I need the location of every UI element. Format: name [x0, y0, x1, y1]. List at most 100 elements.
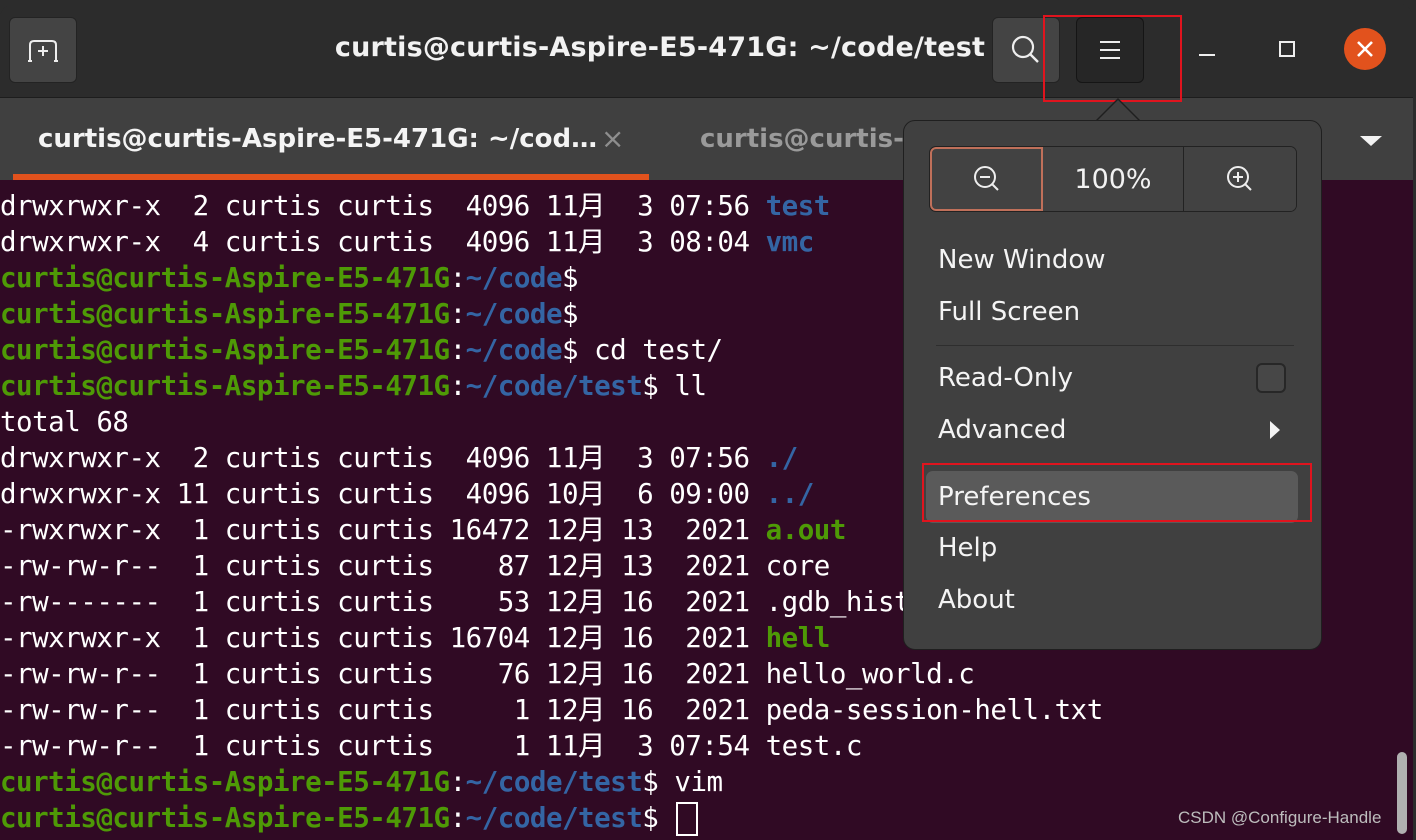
zoom-out-icon [973, 166, 999, 191]
text-cursor [676, 802, 699, 836]
close-button[interactable] [1344, 28, 1386, 70]
tab-close-icon[interactable]: × [601, 125, 624, 153]
prompt-user: curtis@curtis-Aspire-E5-471G [0, 370, 450, 402]
prompt-path: ~/code [465, 262, 563, 294]
submenu-arrow-icon [1270, 421, 1280, 439]
command-text: cd test/ [578, 334, 723, 366]
menu-separator [936, 345, 1294, 346]
terminal-line: curtis@curtis-Aspire-E5-471G:~/code/test… [0, 368, 707, 404]
prompt-symbol: $ [562, 298, 579, 330]
menu-item-advanced[interactable]: Advanced [926, 404, 1298, 456]
command-text: vim [658, 766, 723, 798]
terminal-line: -rw------- 1 curtis curtis 53 12月 16 202… [0, 584, 959, 620]
menu-item-label: Full Screen [938, 297, 1081, 327]
file-info: drwxrwxr-x 2 curtis curtis 4096 11月 3 07… [0, 442, 766, 474]
terminal-line: -rwxrwxr-x 1 curtis curtis 16472 12月 13 … [0, 512, 846, 548]
tabs-dropdown-icon[interactable] [1360, 136, 1382, 146]
file-info: -rw-rw-r-- 1 curtis curtis 76 12月 16 202… [0, 658, 766, 690]
main-menu-popover: 100% New Window Full Screen Read-Only Ad… [903, 120, 1322, 650]
file-info: drwxrwxr-x 11 curtis curtis 4096 10月 6 0… [0, 478, 766, 510]
terminal-line: -rw-rw-r-- 1 curtis curtis 76 12月 16 202… [0, 656, 975, 692]
hamburger-menu-icon [1100, 41, 1120, 59]
menu-item-label: Advanced [938, 415, 1067, 445]
prompt-user: curtis@curtis-Aspire-E5-471G [0, 334, 450, 366]
tab-active[interactable]: curtis@curtis-Aspire-E5-471G: ~/cod… × [13, 98, 649, 180]
file-info: -rwxrwxr-x 1 curtis curtis 16472 12月 13 … [0, 514, 766, 546]
prompt-user: curtis@curtis-Aspire-E5-471G [0, 262, 450, 294]
minimize-icon [1199, 54, 1215, 56]
minimize-button[interactable] [1184, 26, 1230, 72]
new-tab-button[interactable] [9, 17, 77, 83]
terminal-line: total 68 [0, 404, 129, 440]
prompt-symbol: $ [642, 766, 659, 798]
menu-item-read-only[interactable]: Read-Only [926, 352, 1298, 404]
file-info: -rw-rw-r-- 1 curtis curtis 1 12月 16 2021 [0, 694, 766, 726]
terminal-line: -rw-rw-r-- 1 curtis curtis 87 12月 13 202… [0, 548, 830, 584]
menu-item-full-screen[interactable]: Full Screen [926, 286, 1298, 338]
window-title: curtis@curtis-Aspire-E5-471G: ~/code/tes… [334, 32, 986, 63]
terminal-line: curtis@curtis-Aspire-E5-471G:~/code$ [0, 296, 579, 332]
new-tab-icon [28, 40, 58, 62]
prompt-path: ~/code/test [465, 370, 643, 402]
terminal-line: curtis@curtis-Aspire-E5-471G:~/code/test… [0, 800, 699, 836]
prompt-path: ~/code [465, 334, 563, 366]
menu-item-label: About [938, 585, 1015, 615]
prompt-user: curtis@curtis-Aspire-E5-471G [0, 298, 450, 330]
command-text [658, 802, 674, 834]
watermark: CSDN @Configure-Handle [1178, 808, 1382, 827]
maximize-icon [1279, 41, 1295, 57]
file-info: -rwxrwxr-x 1 curtis curtis 16704 12月 16 … [0, 622, 766, 654]
prompt-symbol: $ [642, 370, 659, 402]
menu-item-preferences[interactable]: Preferences [926, 471, 1298, 523]
prompt-separator: : [449, 334, 467, 366]
tab-label: curtis@curtis-Aspire-E5-471G: ~/cod… [38, 124, 598, 154]
zoom-level-button[interactable]: 100% [1043, 147, 1184, 211]
prompt-symbol: $ [562, 262, 579, 294]
menu-item-about[interactable]: About [926, 574, 1298, 626]
search-button[interactable] [992, 17, 1060, 83]
terminal-line: curtis@curtis-Aspire-E5-471G:~/code/test… [0, 764, 723, 800]
file-info: -rw-rw-r-- 1 curtis curtis 1 11月 3 07:54 [0, 730, 766, 762]
menu-item-label: Preferences [938, 482, 1091, 512]
terminal-line: -rw-rw-r-- 1 curtis curtis 1 12月 16 2021… [0, 692, 1103, 728]
prompt-separator: : [449, 802, 467, 834]
file-name: hell [765, 622, 831, 654]
terminal-line: curtis@curtis-Aspire-E5-471G:~/code$ cd … [0, 332, 723, 368]
file-name: vmc [765, 226, 815, 258]
command-text: ll [658, 370, 707, 402]
file-info: -rw------- 1 curtis curtis 53 12月 16 202… [0, 586, 766, 618]
terminal-line: -rwxrwxr-x 1 curtis curtis 16704 12月 16 … [0, 620, 830, 656]
maximize-button[interactable] [1264, 26, 1310, 72]
prompt-separator: : [449, 298, 467, 330]
terminal-line: drwxrwxr-x 2 curtis curtis 4096 11月 3 07… [0, 188, 830, 224]
terminal-line: drwxrwxr-x 2 curtis curtis 4096 11月 3 07… [0, 440, 798, 476]
zoom-controls: 100% [929, 146, 1297, 212]
prompt-symbol: $ [642, 802, 659, 834]
menu-item-label: Help [938, 533, 998, 563]
scrollbar[interactable] [1397, 752, 1407, 834]
file-name: hello_world.c [765, 658, 975, 690]
tab-inactive[interactable]: curtis@curtis-Aspire-E5-471G: ~/code [700, 98, 920, 180]
header-bar: curtis@curtis-Aspire-E5-471G: ~/code/tes… [0, 4, 1413, 98]
file-name: peda-session-hell.txt [765, 694, 1104, 726]
output-text: total 68 [0, 406, 129, 438]
prompt-path: ~/code/test [465, 802, 643, 834]
prompt-separator: : [449, 370, 467, 402]
file-info: -rw-rw-r-- 1 curtis curtis 87 12月 13 202… [0, 550, 766, 582]
read-only-checkbox[interactable] [1256, 363, 1286, 393]
menu-item-new-window[interactable]: New Window [926, 234, 1298, 286]
prompt-separator: : [449, 262, 467, 294]
file-info: drwxrwxr-x 2 curtis curtis 4096 11月 3 07… [0, 190, 766, 222]
prompt-symbol: $ [562, 334, 579, 366]
terminal-line: drwxrwxr-x 11 curtis curtis 4096 10月 6 0… [0, 476, 814, 512]
zoom-in-icon [1227, 166, 1252, 191]
zoom-in-button[interactable] [1184, 147, 1296, 211]
menu-item-help[interactable]: Help [926, 522, 1298, 574]
file-name: ./ [765, 442, 799, 474]
file-name: test.c [765, 730, 863, 762]
main-menu-button[interactable] [1076, 17, 1144, 83]
terminal-line: curtis@curtis-Aspire-E5-471G:~/code$ [0, 260, 579, 296]
zoom-out-button[interactable] [930, 147, 1043, 211]
prompt-user: curtis@curtis-Aspire-E5-471G [0, 766, 450, 798]
close-icon [1357, 41, 1373, 57]
